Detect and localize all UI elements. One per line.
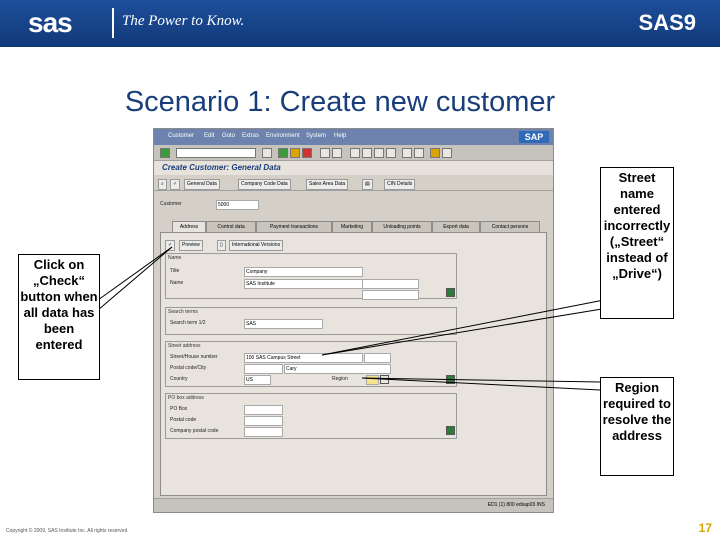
menu-environment[interactable]: Environment xyxy=(266,133,300,139)
menu-edit[interactable]: Edit xyxy=(204,133,214,139)
check-icon[interactable]: ✓ xyxy=(165,240,176,251)
menu-customer[interactable]: Customer xyxy=(168,133,194,139)
more-fields-icon[interactable] xyxy=(446,288,455,297)
po-postal-label: Postal code xyxy=(170,417,197,423)
screen-title: Create Customer: General Data xyxy=(162,163,281,172)
search-term-label: Search term 1/2 xyxy=(170,320,206,326)
customer-label: Customer xyxy=(160,201,182,207)
name-field[interactable]: SAS Institute xyxy=(244,279,363,289)
region-callout: Region required to resolve the address xyxy=(600,377,674,476)
sales-area-data-button[interactable]: Sales Area Data xyxy=(306,179,349,190)
preview-button[interactable]: Preview xyxy=(179,240,203,251)
region-help-icon[interactable] xyxy=(380,375,389,384)
street-address-group: Street address Street/House number 100 S… xyxy=(165,341,457,387)
name-field-2[interactable] xyxy=(362,279,419,289)
name-group: Name Title Company Name SAS Institute xyxy=(165,253,457,300)
po-postal-field[interactable] xyxy=(244,416,283,426)
save-icon[interactable] xyxy=(262,148,272,158)
shortcut-icon[interactable] xyxy=(414,148,424,158)
command-field[interactable] xyxy=(176,148,256,158)
last-page-icon[interactable] xyxy=(386,148,396,158)
enter-icon[interactable] xyxy=(160,148,170,158)
company-code-data-button[interactable]: Company Code Data xyxy=(238,179,291,190)
extra-icon[interactable]: ▤ xyxy=(362,179,373,190)
po-box-group: PO box address PO Box Postal code Compan… xyxy=(165,393,457,439)
tab-strip: Address Control data Payment transaction… xyxy=(172,221,553,233)
international-versions-button[interactable]: International Versions xyxy=(229,240,284,251)
title-label: Title xyxy=(170,268,180,274)
sap-window: Customer Edit Goto Extras Environment Sy… xyxy=(153,128,554,513)
house-number-field[interactable] xyxy=(364,353,391,363)
check-callout: Click on „Check“ button when all data ha… xyxy=(18,254,100,380)
menu-extras[interactable]: Extras xyxy=(242,133,259,139)
slide-title: Scenario 1: Create new customer xyxy=(124,86,556,118)
sap-toolbar xyxy=(154,145,553,161)
general-data-button[interactable]: General Data xyxy=(184,179,220,190)
search-term-field[interactable]: SAS xyxy=(244,319,323,329)
tab-address[interactable]: Address xyxy=(172,221,206,232)
search-terms-group: Search terms Search term 1/2 SAS xyxy=(165,307,457,335)
company-postal-field[interactable] xyxy=(244,427,283,437)
address-panel: ✓ Preview ▯ International Versions Name … xyxy=(160,232,547,496)
po-box-field[interactable] xyxy=(244,405,283,415)
page-number: 17 xyxy=(698,521,712,535)
menu-system[interactable]: System xyxy=(306,133,326,139)
street-field[interactable]: 100 SAS Campus Street xyxy=(244,353,363,363)
po-box-label: PO Box xyxy=(170,406,188,412)
name-label: Name xyxy=(170,280,184,286)
street-callout: Street name entered incorrectly („Street… xyxy=(600,167,674,319)
name-group-title: Name xyxy=(168,255,182,261)
street-address-title: Street address xyxy=(168,343,201,349)
region-field[interactable] xyxy=(366,375,379,385)
more-address-icon[interactable] xyxy=(446,375,455,384)
sap-menubar: Customer Edit Goto Extras Environment Sy… xyxy=(154,129,553,145)
cin-details-button[interactable]: CIN Details xyxy=(384,179,416,190)
city-field[interactable]: Cary xyxy=(284,364,391,374)
exit-icon[interactable] xyxy=(290,148,300,158)
new-session-icon[interactable] xyxy=(402,148,412,158)
region-label: Region xyxy=(332,376,348,382)
copyright-text: Copyright © 2009, SAS Institute Inc. All… xyxy=(6,528,129,534)
customer-field[interactable]: 5000 xyxy=(216,200,259,210)
status-bar: ED1 (1) 800 edsap03 INS xyxy=(154,498,553,512)
sap-title-bar: Create Customer: General Data xyxy=(154,161,553,175)
back-icon[interactable] xyxy=(278,148,288,158)
menu-goto[interactable]: Goto xyxy=(222,133,235,139)
next-entry-icon[interactable]: ✓ xyxy=(170,179,181,190)
first-page-icon[interactable] xyxy=(350,148,360,158)
help-icon[interactable] xyxy=(430,148,440,158)
name-field-3[interactable] xyxy=(362,290,419,300)
sas-logo: sas xyxy=(28,7,73,38)
other-customer-icon[interactable]: ⌕ xyxy=(158,179,167,190)
postal-code-field[interactable] xyxy=(244,364,283,374)
title-field[interactable]: Company xyxy=(244,267,363,277)
company-postal-label: Company postal code xyxy=(170,428,219,434)
search-terms-title: Search terms xyxy=(168,309,198,315)
print-icon[interactable] xyxy=(320,148,330,158)
banner-tagline: The Power to Know. xyxy=(122,13,245,29)
po-box-title: PO box address xyxy=(168,395,204,401)
find-icon[interactable] xyxy=(332,148,342,158)
copy-icon[interactable]: ▯ xyxy=(217,240,226,251)
layout-icon[interactable] xyxy=(442,148,452,158)
sap-logo: SAP xyxy=(519,131,549,143)
sas9-logo: SAS9 xyxy=(638,10,696,35)
prev-page-icon[interactable] xyxy=(362,148,372,158)
sas-banner: sas The Power to Know. SAS9 xyxy=(0,0,720,47)
status-text: ED1 (1) 800 edsap03 INS xyxy=(487,502,545,508)
country-label: Country xyxy=(170,376,188,382)
application-toolbar: ⌕ ✓ General Data Company Code Data Sales… xyxy=(154,177,553,191)
next-page-icon[interactable] xyxy=(374,148,384,158)
cancel-icon[interactable] xyxy=(302,148,312,158)
more-pobox-icon[interactable] xyxy=(446,426,455,435)
street-label: Street/House number xyxy=(170,354,218,360)
postal-city-label: Postal code/City xyxy=(170,365,207,371)
banner-separator xyxy=(112,8,114,38)
menu-help[interactable]: Help xyxy=(334,133,346,139)
country-field[interactable]: US xyxy=(244,375,271,385)
